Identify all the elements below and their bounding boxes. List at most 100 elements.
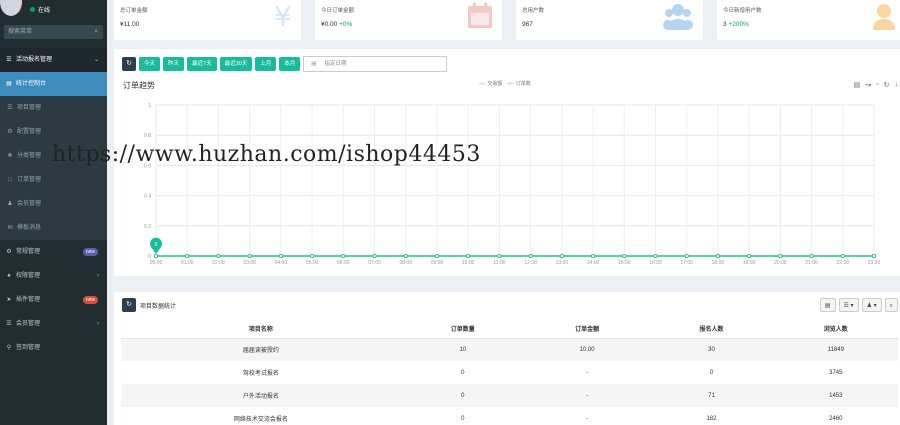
- sidebar-item-8[interactable]: ⚙ 常规管理 new: [0, 240, 107, 264]
- download-icon[interactable]: ↓: [895, 81, 899, 89]
- sidebar-item-label: 签到管理: [16, 345, 41, 351]
- toggle-view-button[interactable]: ▤: [819, 298, 836, 312]
- bar-chart-icon[interactable]: ▫: [876, 81, 878, 89]
- stat-box-2: 总用户数 967: [516, 0, 703, 40]
- data-point: [559, 253, 564, 258]
- table-cell: 2460: [829, 415, 843, 422]
- data-view-icon[interactable]: ▤: [854, 81, 861, 89]
- search-button[interactable]: ⌕: [884, 298, 898, 312]
- sidebar-item-12[interactable]: ⚲ 签到管理: [0, 336, 107, 360]
- stat-percent: +0%: [339, 21, 353, 28]
- column-header[interactable]: 订单数量: [400, 320, 525, 339]
- online-dot-icon: [30, 7, 35, 12]
- sidebar-item-10[interactable]: ➤ 插件管理 new: [0, 288, 107, 312]
- table-cell: 0: [461, 369, 465, 376]
- stat-percent: +200%: [728, 21, 749, 28]
- project-stats-panel: ↻ 项目数据统计 ▤ ☰ ▾ ♟ ▾ ⌕ 项目名称 订单数量 订单金额 报名人数 浏览人…: [114, 292, 900, 425]
- data-point: [466, 253, 471, 258]
- sidebar-item-label: 统计控制台: [16, 81, 47, 87]
- data-point: [278, 253, 283, 258]
- x-tick-label: 09:00: [431, 260, 444, 266]
- table-cell: 0: [400, 384, 525, 407]
- table-refresh-button[interactable]: ↻: [122, 298, 136, 312]
- date-picker-input[interactable]: ▤ 指定日期: [303, 56, 448, 72]
- y-tick-label: 1: [148, 103, 151, 109]
- table-cell: 网络技术交流会报名: [233, 417, 288, 423]
- data-point: [216, 253, 221, 258]
- x-tick-label: 10:00: [462, 260, 475, 266]
- avatar[interactable]: [0, 0, 22, 16]
- column-header[interactable]: 报名人数: [649, 320, 774, 339]
- data-point: [341, 253, 346, 258]
- date-range-button[interactable]: 今天: [139, 57, 161, 71]
- line-chart-icon[interactable]: ↝: [865, 81, 871, 89]
- y-tick-label: 0.4: [144, 194, 151, 200]
- user-icon: [872, 2, 896, 32]
- data-point: [497, 253, 502, 258]
- stat-value: 3 +200%: [723, 21, 749, 28]
- x-tick-label: 22:00: [837, 260, 850, 266]
- sidebar-item-label: 会员管理: [17, 201, 42, 207]
- table-cell: 3745: [829, 369, 843, 376]
- sidebar-item-5[interactable]: □ 订单管理: [0, 168, 107, 192]
- project-stats-table: 项目名称 订单数量 订单金额 报名人数 浏览人数 届届读被授约 10 10.00 30 1184…: [121, 320, 898, 425]
- table-row[interactable]: 户外活动报名 0-71 1453: [121, 384, 898, 407]
- group-icon: ♠: [7, 273, 11, 279]
- date-range-button[interactable]: 上月: [255, 57, 277, 71]
- x-tick-label: 04:00: [275, 260, 288, 266]
- message-icon: ✉: [7, 225, 13, 231]
- data-point: [403, 253, 408, 258]
- date-filter-toolbar: ↻ 今天 昨天 最近7天 最近30天 上月 本月 ▤ 指定日期: [122, 56, 448, 72]
- legend-item-revenue[interactable]: -○- 交易额: [479, 80, 502, 87]
- legend-item-orders[interactable]: -○- 订单数: [507, 80, 530, 87]
- stat-label: 今日新增用户数: [723, 8, 762, 14]
- sidebar-item-3[interactable]: ⚙ 配置管理: [0, 120, 107, 144]
- sidebar-item-6[interactable]: ♟ 会员管理: [0, 192, 107, 216]
- columns-button[interactable]: ☰ ▾: [838, 298, 859, 312]
- sidebar-item-label: 订单管理: [17, 177, 42, 183]
- x-tick-label: 17:00: [680, 260, 693, 266]
- refresh-button[interactable]: ↻: [122, 57, 136, 71]
- x-tick-label: 02:00: [212, 260, 225, 266]
- calendar-icon: ▤: [311, 61, 317, 67]
- table-cell: 11849: [773, 338, 898, 361]
- sidebar-item-7[interactable]: ✉ 模板消息: [0, 216, 107, 240]
- date-range-button[interactable]: 本月: [279, 57, 301, 71]
- x-tick-label: 19:00: [743, 260, 756, 266]
- chevron-icon: ‹: [97, 321, 99, 327]
- sidebar-item-0[interactable]: ☰ 活动报名管理 ⌄: [0, 48, 107, 72]
- svg-text:¥: ¥: [274, 2, 292, 30]
- table-row[interactable]: 驾校考试报名 0 - 0 3745: [121, 361, 898, 384]
- column-header[interactable]: 浏览人数: [773, 320, 898, 339]
- y-tick-label: 0.8: [144, 133, 151, 139]
- stat-box-0: 总订单金额 ¥11.00 ¥: [114, 0, 301, 40]
- export-button[interactable]: ♟ ▾: [861, 298, 882, 312]
- data-point: [715, 253, 720, 258]
- x-tick-label: 03:00: [243, 260, 256, 266]
- sidebar-item-11[interactable]: ☰ 会员管理 ‹: [0, 312, 107, 336]
- restore-icon[interactable]: ↻: [884, 81, 890, 89]
- date-range-button[interactable]: 最近30天: [219, 57, 253, 71]
- column-header[interactable]: 订单金额: [524, 320, 650, 339]
- sidebar-item-2[interactable]: ☰ 项目管理: [0, 96, 107, 120]
- chevron-icon: ⌄: [93, 57, 99, 63]
- date-range-button[interactable]: 昨天: [163, 57, 185, 71]
- search-icon[interactable]: ⌕: [94, 25, 98, 39]
- data-point: [778, 253, 783, 258]
- sidebar: 在线 搜索菜单 ⌕ ☰ 活动报名管理 ⌄ ▤ 统计控制台 ☰ 项目管理 ⚙ 配置管理 ❖ 分类管理 □…: [0, 0, 107, 425]
- data-point: [591, 253, 596, 258]
- data-point: [372, 253, 377, 258]
- x-tick-label: 07:00: [368, 260, 381, 266]
- table-row[interactable]: 网络技术交流会报名 0 - 182 2460: [121, 407, 898, 425]
- column-header[interactable]: 项目名称: [121, 320, 401, 339]
- sidebar-item-1[interactable]: ▤ 统计控制台: [0, 72, 107, 96]
- sidebar-item-9[interactable]: ♠ 权限管理 ‹: [0, 264, 107, 288]
- chart-legend[interactable]: -○- 交易额 -○- 订单数: [479, 80, 531, 87]
- x-tick-label: 15:00: [618, 260, 631, 266]
- sidebar-search-input[interactable]: 搜索菜单 ⌕: [4, 25, 103, 39]
- data-point: [310, 253, 315, 258]
- data-point: [653, 253, 658, 258]
- table-row[interactable]: 届届读被授约 10 10.00 30 11849: [121, 338, 898, 361]
- x-tick-label: 12:00: [524, 260, 537, 266]
- date-range-button[interactable]: 最近7天: [187, 57, 217, 71]
